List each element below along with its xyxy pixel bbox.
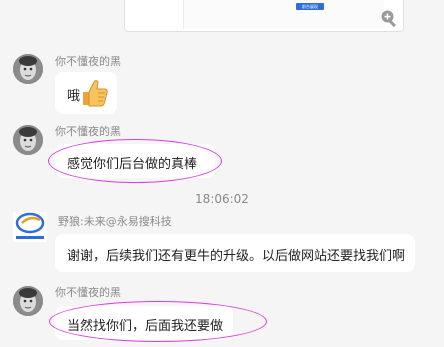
message-text: 当然找你们，后面我还要做 bbox=[67, 319, 224, 334]
sender-name: 你不懂夜的黑 bbox=[55, 55, 121, 68]
message-bubble[interactable]: 谢谢，后续我们还有更牛的升级。以后做网站还要找我们啊 bbox=[55, 234, 415, 272]
avatar[interactable] bbox=[13, 286, 43, 316]
message-text: 谢谢，后续我们还有更牛的升级。以后做网站还要找我们啊 bbox=[67, 249, 406, 264]
image-preview: 前台展现 bbox=[183, 0, 384, 29]
message-bubble[interactable]: 当然找你们，后面我还要做 bbox=[55, 306, 233, 340]
chat-window: 前台展现 你不懂夜的黑 哦 你不懂夜的黑 感觉你们后台做的真棒 18:06:02… bbox=[0, 0, 444, 347]
message-text: 感觉你们后台做的真棒 bbox=[67, 157, 198, 172]
avatar[interactable] bbox=[13, 54, 43, 84]
image-message[interactable]: 前台展现 bbox=[124, 0, 404, 32]
sender-name: 你不懂夜的黑 bbox=[55, 286, 121, 299]
user-avatar-icon bbox=[13, 125, 43, 155]
sender-name: 你不懂夜的黑 bbox=[55, 125, 121, 138]
thumbs-up-icon bbox=[83, 80, 108, 107]
message-bubble[interactable]: 感觉你们后台做的真棒 bbox=[55, 144, 215, 178]
company-logo-icon bbox=[15, 212, 45, 239]
timestamp: 18:06:02 bbox=[195, 192, 249, 206]
message-text: 哦 bbox=[67, 89, 81, 104]
sender-name: 野狼:未来@永易搜科技 bbox=[58, 215, 172, 228]
user-avatar-icon bbox=[13, 54, 43, 84]
zoom-in-icon[interactable] bbox=[380, 9, 398, 27]
preview-button: 前台展现 bbox=[296, 3, 324, 10]
user-avatar-icon bbox=[13, 286, 43, 316]
message-bubble[interactable]: 哦 bbox=[55, 72, 117, 114]
avatar[interactable] bbox=[13, 212, 47, 242]
avatar[interactable] bbox=[13, 125, 43, 155]
